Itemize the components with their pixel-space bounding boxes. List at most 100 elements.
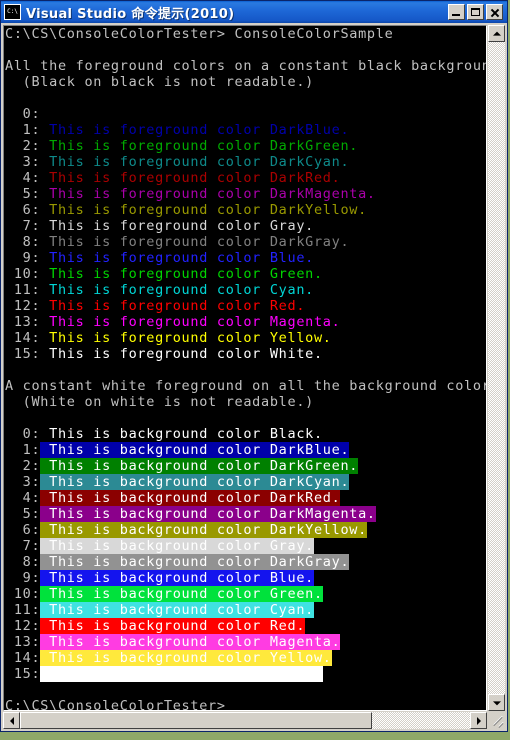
horizontal-scroll-thumb[interactable] — [20, 712, 372, 729]
maximize-button[interactable] — [467, 4, 484, 20]
window-title: Visual Studio 命令提示(2010) — [26, 6, 235, 22]
background-row-text: This is background color Black. — [40, 426, 323, 442]
background-row: 5: This is background color DarkMagenta. — [5, 506, 486, 522]
scroll-right-button[interactable] — [470, 712, 487, 729]
foreground-row-text: This is foreground color DarkBlue. — [40, 122, 350, 138]
console-frame: C:\CS\ConsoleColorTester> ConsoleColorSa… — [3, 25, 487, 711]
foreground-row-index: 13: — [5, 314, 41, 330]
background-row-index: 0: — [5, 426, 41, 442]
foreground-row-index: 4: — [5, 170, 41, 186]
background-row-index: 12: — [5, 618, 41, 634]
title-bar[interactable]: C:\ Visual Studio 命令提示(2010) — [1, 1, 507, 23]
background-row-index: 14: — [5, 650, 41, 666]
background-row-text: This is background color DarkRed. — [40, 490, 341, 506]
background-row: 10: This is background color Green. — [5, 586, 486, 602]
foreground-row-index: 9: — [5, 250, 41, 266]
foreground-row: 9: This is foreground color Blue. — [5, 250, 486, 266]
foreground-row-index: 3: — [5, 154, 41, 170]
minimize-button[interactable] — [448, 4, 465, 20]
foreground-row-text: This is foreground color Gray. — [40, 218, 314, 234]
chevron-right-icon — [476, 716, 481, 725]
foreground-row-text: This is foreground color Red. — [40, 298, 306, 314]
scroll-left-button[interactable] — [3, 712, 20, 729]
foreground-row-index: 12: — [5, 298, 41, 314]
chevron-left-icon — [9, 716, 14, 725]
foreground-row: 2: This is foreground color DarkGreen. — [5, 138, 486, 154]
foreground-row: 5: This is foreground color DarkMagenta. — [5, 186, 486, 202]
foreground-row-index: 1: — [5, 122, 41, 138]
console-window: C:\ Visual Studio 命令提示(2010) C:\CS\Conso… — [0, 0, 508, 732]
background-row-text: This is background color Yellow. — [40, 650, 332, 666]
foreground-row: 15: This is foreground color White. — [5, 346, 486, 362]
background-row-text: This is background color Green. — [40, 586, 323, 602]
chevron-down-icon — [492, 700, 501, 705]
background-row: 15: This is background color White. — [5, 666, 486, 682]
foreground-row: 12: This is foreground color Red. — [5, 298, 486, 314]
background-row-text: This is background color Magenta. — [40, 634, 341, 650]
foreground-row: 4: This is foreground color DarkRed. — [5, 170, 486, 186]
background-row-index: 10: — [5, 586, 41, 602]
foreground-row-index: 7: — [5, 218, 41, 234]
background-row-text: This is background color DarkGreen. — [40, 458, 359, 474]
foreground-row-text: This is foreground color DarkMagenta. — [40, 186, 376, 202]
background-row-text: This is background color Red. — [40, 618, 306, 634]
client-area: C:\CS\ConsoleColorTester> ConsoleColorSa… — [3, 25, 505, 729]
foreground-row-index: 11: — [5, 282, 41, 298]
background-row: 3: This is background color DarkCyan. — [5, 474, 486, 490]
foreground-row: 13: This is foreground color Magenta. — [5, 314, 486, 330]
foreground-row-index: 15: — [5, 346, 41, 362]
foreground-row: 3: This is foreground color DarkCyan. — [5, 154, 486, 170]
scroll-down-button[interactable] — [488, 694, 505, 711]
foreground-row-text: This is foreground color DarkRed. — [40, 170, 341, 186]
foreground-row-index: 14: — [5, 330, 41, 346]
foreground-section-header: All the foreground colors on a constant … — [5, 58, 486, 74]
background-row-text: This is background color DarkGray. — [40, 554, 350, 570]
close-button[interactable] — [486, 4, 503, 20]
background-row-text: This is background color DarkBlue. — [40, 442, 350, 458]
foreground-row-text: This is foreground color Blue. — [40, 250, 314, 266]
foreground-row-text: This is foreground color DarkCyan. — [40, 154, 350, 170]
final-prompt-line: C:\CS\ConsoleColorTester> — [5, 698, 226, 710]
window-controls — [448, 4, 503, 20]
background-row: 0: This is background color Black. — [5, 426, 486, 442]
foreground-row: 11: This is foreground color Cyan. — [5, 282, 486, 298]
command-prompt-line: C:\CS\ConsoleColorTester> ConsoleColorSa… — [5, 26, 394, 42]
foreground-row: 0: — [5, 106, 486, 122]
background-row-index: 6: — [5, 522, 41, 538]
vertical-scrollbar[interactable] — [488, 25, 505, 711]
chevron-up-icon — [492, 31, 501, 36]
background-row: 7: This is background color Gray. — [5, 538, 486, 554]
background-row: 4: This is background color DarkRed. — [5, 490, 486, 506]
background-row-index: 3: — [5, 474, 41, 490]
foreground-row: 8: This is foreground color DarkGray. — [5, 234, 486, 250]
horizontal-scroll-track[interactable] — [20, 712, 470, 729]
background-row-index: 8: — [5, 554, 41, 570]
background-row-index: 5: — [5, 506, 41, 522]
foreground-row-index: 5: — [5, 186, 41, 202]
console-output[interactable]: C:\CS\ConsoleColorTester> ConsoleColorSa… — [5, 26, 486, 710]
background-section-note: (White on white is not readable.) — [5, 394, 314, 410]
foreground-row-text: This is foreground color DarkYellow. — [40, 202, 367, 218]
foreground-row-text: This is foreground color Cyan. — [40, 282, 314, 298]
foreground-row-index: 8: — [5, 234, 41, 250]
resize-grip[interactable] — [488, 712, 505, 729]
foreground-row: 14: This is foreground color Yellow. — [5, 330, 486, 346]
scroll-up-button[interactable] — [488, 25, 505, 42]
background-row: 6: This is background color DarkYellow. — [5, 522, 486, 538]
foreground-row-text: This is foreground color Green. — [40, 266, 323, 282]
background-row: 11: This is background color Cyan. — [5, 602, 486, 618]
background-row: 2: This is background color DarkGreen. — [5, 458, 486, 474]
vertical-scroll-track[interactable] — [488, 42, 505, 694]
background-row-text: This is background color DarkCyan. — [40, 474, 350, 490]
foreground-row-index: 2: — [5, 138, 41, 154]
horizontal-scrollbar[interactable] — [3, 712, 487, 729]
foreground-row-index: 0: — [5, 106, 41, 122]
background-row-index: 7: — [5, 538, 41, 554]
foreground-row: 6: This is foreground color DarkYellow. — [5, 202, 486, 218]
background-row-index: 2: — [5, 458, 41, 474]
console-icon: C:\ — [4, 4, 21, 20]
background-row: 14: This is background color Yellow. — [5, 650, 486, 666]
